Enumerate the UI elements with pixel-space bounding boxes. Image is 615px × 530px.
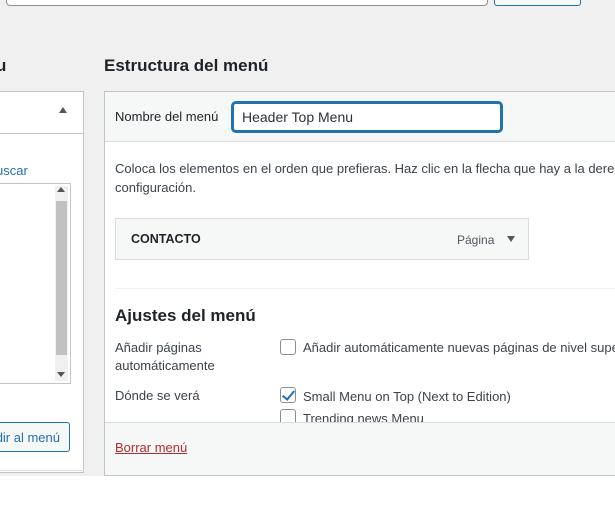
chevron-down-icon[interactable] [507, 236, 515, 242]
left-divider [0, 470, 84, 471]
menu-item-type: Página [457, 233, 495, 247]
scroll-up-arrow-icon[interactable] [57, 187, 65, 192]
location-checkbox-small-menu[interactable] [280, 387, 296, 403]
auto-add-option-label[interactable]: Añadir automáticamente nuevas páginas de… [303, 340, 615, 355]
display-location-label: Dónde se verá [115, 388, 200, 403]
add-to-menu-button[interactable]: dir al menú [0, 422, 70, 452]
top-button[interactable] [494, 0, 581, 6]
scrollbar-thumb[interactable] [56, 201, 67, 355]
location-label-small-menu[interactable]: Small Menu on Top (Next to Edition) [303, 389, 511, 404]
left-column-heading: u [0, 56, 7, 75]
checkmark-icon [281, 387, 296, 401]
search-tab-link[interactable]: uscar [0, 163, 28, 178]
menu-name-label: Nombre del menú [115, 109, 219, 124]
menu-item-title: CONTACTO [131, 232, 201, 246]
instructions-line-2: configuración. [115, 180, 196, 195]
menu-name-input[interactable] [232, 102, 502, 132]
menu-structure-heading: Estructura del menú [104, 56, 269, 75]
auto-add-checkbox[interactable] [280, 339, 296, 355]
accordion-header[interactable] [0, 92, 83, 134]
instructions-line-1: Coloca los elementos en el orden que pre… [115, 161, 615, 176]
scroll-down-arrow-icon[interactable] [57, 372, 65, 377]
top-input[interactable] [6, 0, 488, 6]
caret-up-icon[interactable] [59, 107, 67, 113]
auto-add-pages-label: Añadir páginas automáticamente [115, 340, 215, 373]
section-divider [115, 288, 615, 289]
menu-settings-heading: Ajustes del menú [115, 306, 256, 325]
delete-menu-link[interactable]: Borrar menú [115, 440, 187, 455]
page-bottom-area [0, 476, 615, 530]
instructions-text: Coloca los elementos en el orden que pre… [115, 159, 615, 197]
